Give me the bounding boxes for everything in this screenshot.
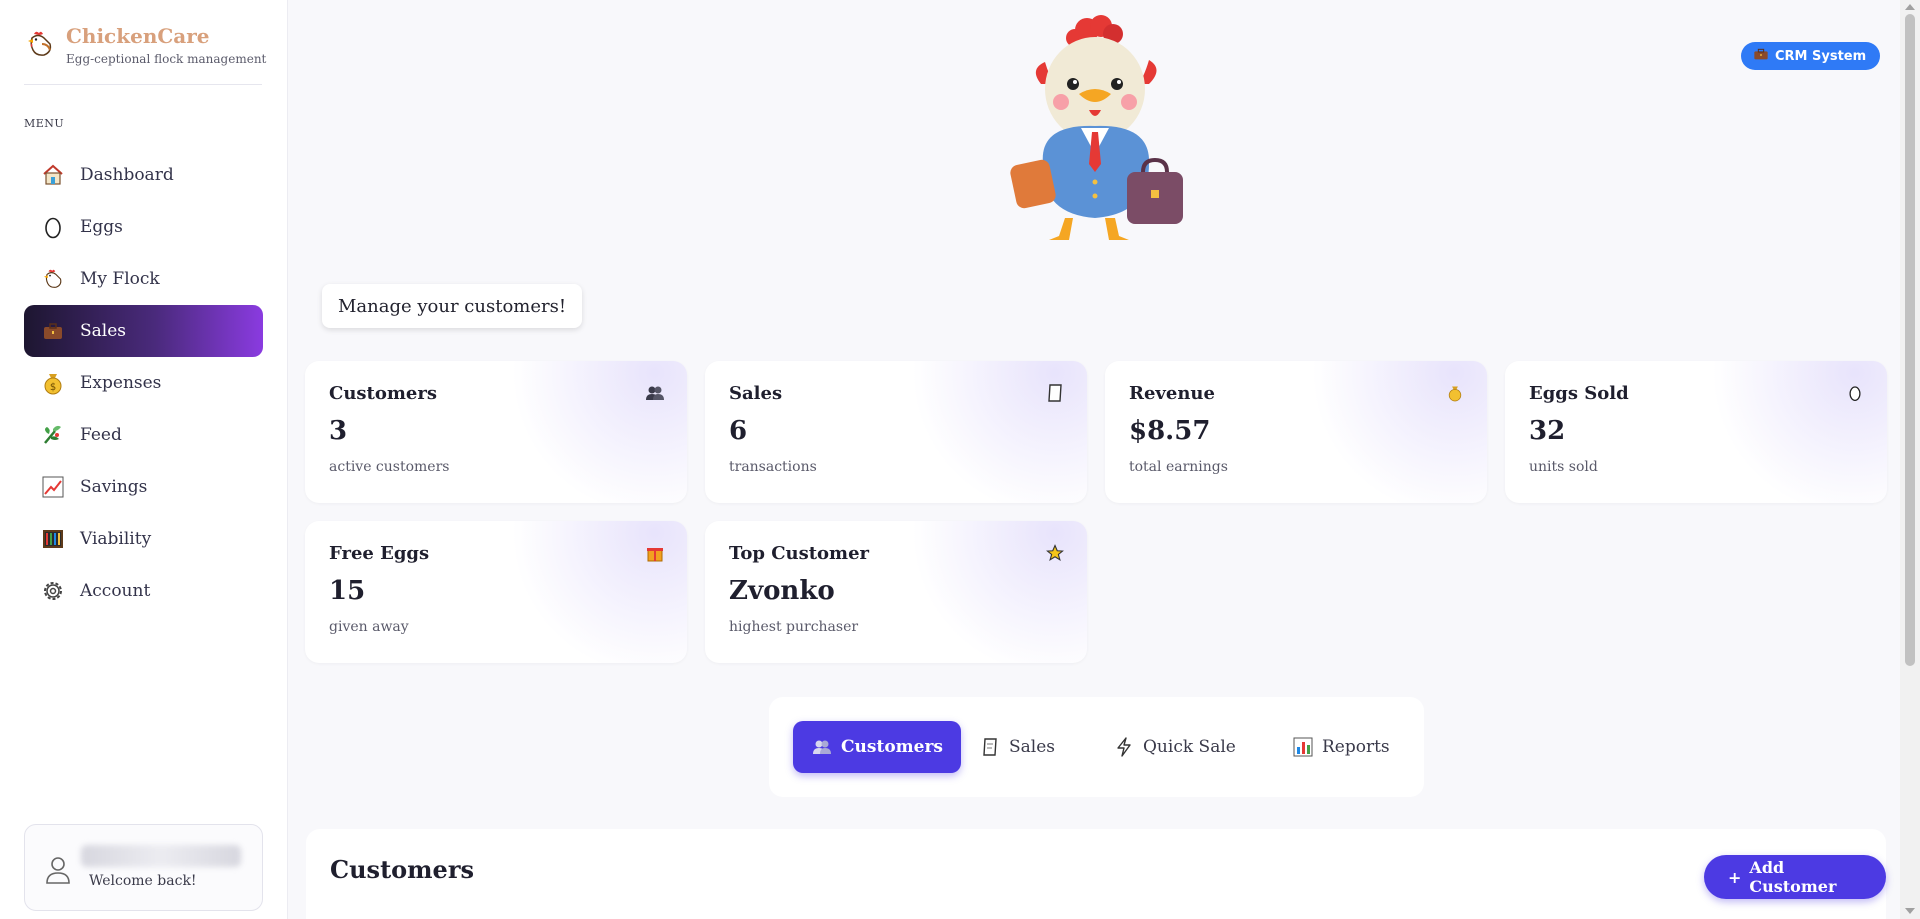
receipt-icon [979,736,1001,758]
user-icon [46,857,70,884]
abacus-icon [40,526,66,552]
stat-title: Free Eggs [329,543,430,564]
briefcase-icon [1753,47,1769,65]
egg-icon [40,214,66,240]
people-icon [811,736,833,758]
tab-reports[interactable]: Reports [1274,721,1408,773]
sidebar-item-label: Account [80,581,151,601]
stat-value: 15 [329,576,366,606]
scroll-down-icon[interactable] [1905,908,1915,914]
main-content: CRM System Manage your customers! Custom… [289,0,1899,919]
sidebar-item-label: Savings [80,477,148,497]
menu-label: MENU [24,117,65,130]
sidebar-item-label: Expenses [80,373,162,393]
stat-value: $8.57 [1129,416,1211,446]
sidebar-menu: Dashboard Eggs My Flock Sales $ Expenses [24,149,263,617]
stat-subtitle: units sold [1529,459,1598,475]
tab-customers[interactable]: Customers [793,721,961,773]
svg-text:$: $ [50,382,56,393]
sidebar-item-label: Eggs [80,217,123,237]
chicken-mascot-image [1010,15,1183,240]
sidebar-item-eggs[interactable]: Eggs [24,201,263,253]
vertical-scrollbar[interactable] [1900,0,1920,919]
crm-system-label: CRM System [1775,48,1867,64]
tab-sales[interactable]: Sales [961,721,1073,773]
divider [24,84,262,85]
sidebar-item-label: Feed [80,425,122,445]
briefcase-icon [40,318,66,344]
stat-title: Top Customer [729,543,870,564]
plus-icon: + [1728,867,1742,887]
stat-card-sales: Sales 6 transactions [705,361,1087,503]
sidebar-item-my-flock[interactable]: My Flock [24,253,263,305]
stat-value: 3 [329,416,348,446]
chart-up-icon [40,474,66,500]
crm-system-badge[interactable]: CRM System [1741,42,1881,70]
stat-card-free-eggs: Free Eggs 15 given away [305,521,687,663]
sidebar-item-label: Viability [80,529,152,549]
money-bag-icon [1445,383,1465,403]
customers-panel: Customers + Add Customer [306,829,1886,919]
egg-icon [1845,383,1865,403]
bar-chart-icon [1292,736,1314,758]
sidebar-item-label: Sales [80,321,127,341]
stat-title: Sales [729,383,783,404]
user-name-redacted [81,845,241,867]
stat-value: Zvonko [729,576,835,606]
tab-label: Reports [1322,737,1390,757]
chicken-logo-icon [28,31,52,56]
stat-subtitle: total earnings [1129,459,1228,475]
sidebar-item-label: My Flock [80,269,160,289]
lightning-icon [1113,736,1135,758]
sidebar-item-label: Dashboard [80,165,174,185]
speech-bubble: Manage your customers! [322,284,583,328]
gift-icon [645,543,665,563]
stat-card-revenue: Revenue $8.57 total earnings [1105,361,1487,503]
star-icon [1045,543,1065,563]
stat-title: Customers [329,383,437,404]
stat-value: 6 [729,416,748,446]
brand-title: ChickenCare [66,24,210,48]
gear-icon [40,578,66,604]
house-icon [40,162,66,188]
scroll-up-icon[interactable] [1905,4,1915,10]
stat-title: Revenue [1129,383,1215,404]
stat-value: 32 [1529,416,1566,446]
add-customer-label: Add Customer [1749,858,1837,896]
panel-title: Customers [330,855,474,884]
people-icon [645,383,665,403]
stat-card-top-customer: Top Customer Zvonko highest purchaser [705,521,1087,663]
chicken-icon [40,266,66,292]
brand-subtitle: Egg-ceptional flock management [66,52,267,66]
stat-subtitle: active customers [329,459,450,475]
sidebar-item-account[interactable]: Account [24,565,263,617]
sidebar-item-sales[interactable]: Sales [24,305,263,357]
scroll-thumb[interactable] [1905,14,1915,666]
sidebar-item-dashboard[interactable]: Dashboard [24,149,263,201]
welcome-text: Welcome back! [89,873,197,889]
tab-label: Customers [841,737,943,757]
stat-card-eggs-sold: Eggs Sold 32 units sold [1505,361,1887,503]
sidebar: ChickenCare Egg-ceptional flock manageme… [0,0,288,919]
stat-subtitle: highest purchaser [729,619,859,635]
tab-label: Quick Sale [1143,737,1236,757]
sidebar-item-viability[interactable]: Viability [24,513,263,565]
user-card[interactable]: Welcome back! [24,824,263,911]
stat-subtitle: given away [329,619,409,635]
tab-label: Sales [1009,737,1056,757]
stat-card-customers: Customers 3 active customers [305,361,687,503]
sidebar-item-expenses[interactable]: $ Expenses [24,357,263,409]
sidebar-item-feed[interactable]: Feed [24,409,263,461]
receipt-icon [1045,383,1065,403]
stat-subtitle: transactions [729,459,817,475]
section-tabs: Customers Sales Quick Sale Reports [769,697,1424,797]
brand[interactable]: ChickenCare Egg-ceptional flock manageme… [24,24,266,66]
money-bag-icon: $ [40,370,66,396]
tab-quick-sale[interactable]: Quick Sale [1095,721,1254,773]
add-customer-button[interactable]: + Add Customer [1704,855,1886,899]
plant-icon [40,422,66,448]
sidebar-item-savings[interactable]: Savings [24,461,263,513]
stat-title: Eggs Sold [1529,383,1629,404]
